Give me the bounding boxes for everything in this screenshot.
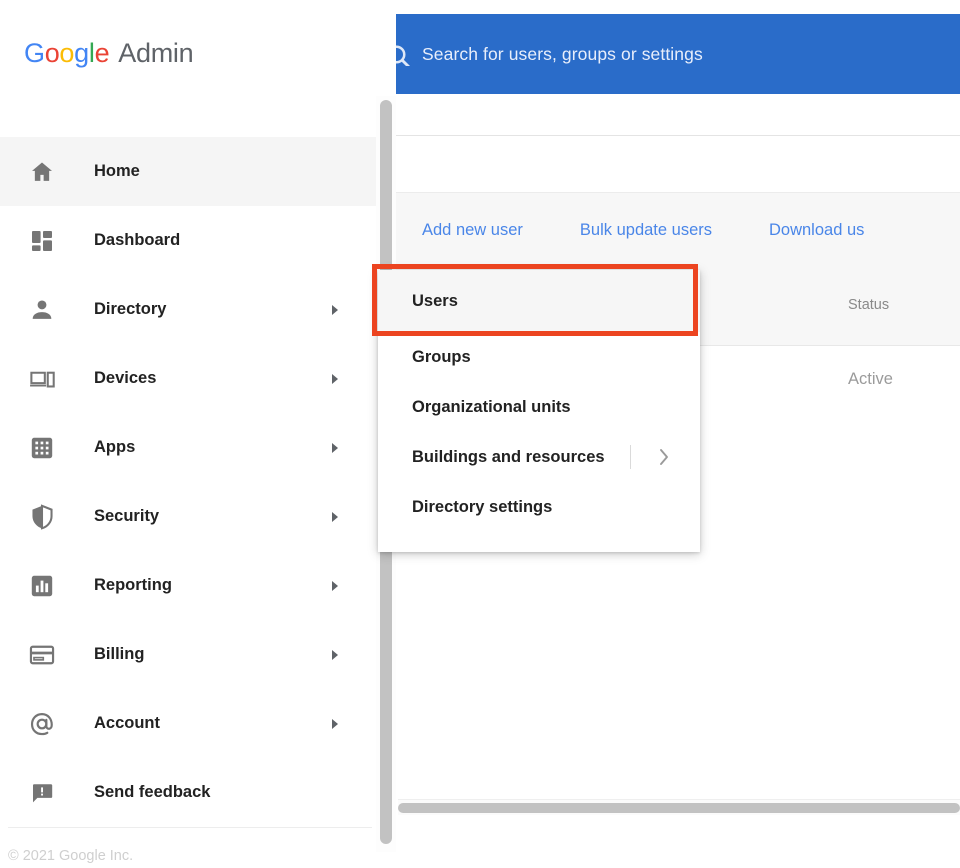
- chevron-right-icon: [332, 442, 338, 453]
- chevron-right-icon: [332, 304, 338, 315]
- sidebar-nav-list: Home Dashboard Directory Devices Apps Se…: [0, 137, 380, 827]
- sidebar-item-billing[interactable]: Billing: [0, 620, 380, 689]
- status-badge: Active: [848, 370, 893, 388]
- sidebar-item-dashboard[interactable]: Dashboard: [0, 206, 380, 275]
- sidebar-item-apps[interactable]: Apps: [0, 413, 380, 482]
- logo-letter-o2: o: [59, 38, 75, 68]
- menu-item-buildings-and-resources[interactable]: Buildings and resources: [378, 432, 700, 482]
- feedback-icon: [28, 779, 56, 807]
- column-header-status: Status: [848, 297, 890, 313]
- sidebar-divider: [8, 827, 372, 828]
- menu-item-label: Buildings and resources: [412, 447, 605, 466]
- sidebar-item-label: Security: [94, 507, 160, 525]
- download-users-link[interactable]: Download us: [769, 221, 864, 240]
- bar-chart-icon: [28, 572, 56, 600]
- sidebar-item-label: Dashboard: [94, 231, 181, 249]
- global-search-bar[interactable]: Search for users, groups or settings: [396, 14, 960, 94]
- sidebar-item-label: Apps: [94, 438, 136, 456]
- sidebar-item-reporting[interactable]: Reporting: [0, 551, 380, 620]
- chevron-right-icon: [332, 580, 338, 591]
- chevron-right-icon: [332, 718, 338, 729]
- person-icon: [28, 296, 56, 324]
- menu-item-label: Users: [412, 291, 458, 310]
- menu-item-directory-settings[interactable]: Directory settings: [378, 482, 700, 532]
- copyright-text: © 2021 Google Inc.: [8, 848, 134, 864]
- apps-grid-icon: [28, 434, 56, 462]
- sidebar-item-directory[interactable]: Directory: [0, 275, 380, 344]
- credit-card-icon: [28, 641, 56, 669]
- devices-icon: [28, 365, 56, 393]
- shield-icon: [28, 503, 56, 531]
- left-sidebar: Google Admin Home Dashboard Directory De…: [0, 0, 380, 868]
- sidebar-item-label: Account: [94, 714, 160, 732]
- logo-letter-o1: o: [44, 38, 60, 68]
- sidebar-item-label: Devices: [94, 369, 157, 387]
- logo-letter-g2: g: [74, 38, 89, 68]
- menu-item-label: Organizational units: [412, 397, 571, 416]
- sidebar-item-account[interactable]: Account: [0, 689, 380, 758]
- sidebar-item-label: Home: [94, 162, 140, 180]
- horizontal-scrollbar-thumb[interactable]: [398, 803, 960, 813]
- sidebar-item-label: Billing: [94, 645, 145, 663]
- directory-dropdown-menu: Users Groups Organizational units Buildi…: [378, 270, 700, 552]
- google-admin-logo: Google Admin: [24, 38, 194, 69]
- search-input-placeholder[interactable]: Search for users, groups or settings: [422, 44, 703, 65]
- add-new-user-link[interactable]: Add new user: [422, 221, 523, 240]
- users-action-toolbar: Add new user Bulk update users Download …: [396, 192, 960, 267]
- sidebar-item-home[interactable]: Home: [0, 137, 380, 206]
- bulk-update-users-link[interactable]: Bulk update users: [580, 221, 712, 240]
- menu-item-label: Directory settings: [412, 497, 553, 516]
- home-icon: [28, 158, 56, 186]
- sidebar-item-label: Send feedback: [94, 783, 211, 801]
- dashboard-icon: [28, 227, 56, 255]
- at-sign-icon: [28, 710, 56, 738]
- product-name: Admin: [118, 38, 194, 68]
- menu-item-users[interactable]: Users: [378, 270, 700, 332]
- logo-letter-e: e: [94, 38, 110, 68]
- sidebar-item-send-feedback[interactable]: Send feedback: [0, 758, 380, 827]
- chevron-right-icon[interactable]: [658, 446, 670, 468]
- logo-letter-g: G: [24, 38, 45, 68]
- menu-item-groups[interactable]: Groups: [378, 332, 700, 382]
- sidebar-item-label: Directory: [94, 300, 167, 318]
- submenu-divider: [630, 445, 631, 469]
- search-icon: [396, 40, 410, 66]
- horizontal-scrollbar[interactable]: [398, 799, 960, 815]
- chevron-right-icon: [332, 649, 338, 660]
- chevron-right-icon: [332, 373, 338, 384]
- chevron-right-icon: [332, 511, 338, 522]
- menu-item-label: Groups: [412, 347, 471, 366]
- menu-item-organizational-units[interactable]: Organizational units: [378, 382, 700, 432]
- sidebar-item-devices[interactable]: Devices: [0, 344, 380, 413]
- sidebar-item-label: Reporting: [94, 576, 172, 594]
- sidebar-item-security[interactable]: Security: [0, 482, 380, 551]
